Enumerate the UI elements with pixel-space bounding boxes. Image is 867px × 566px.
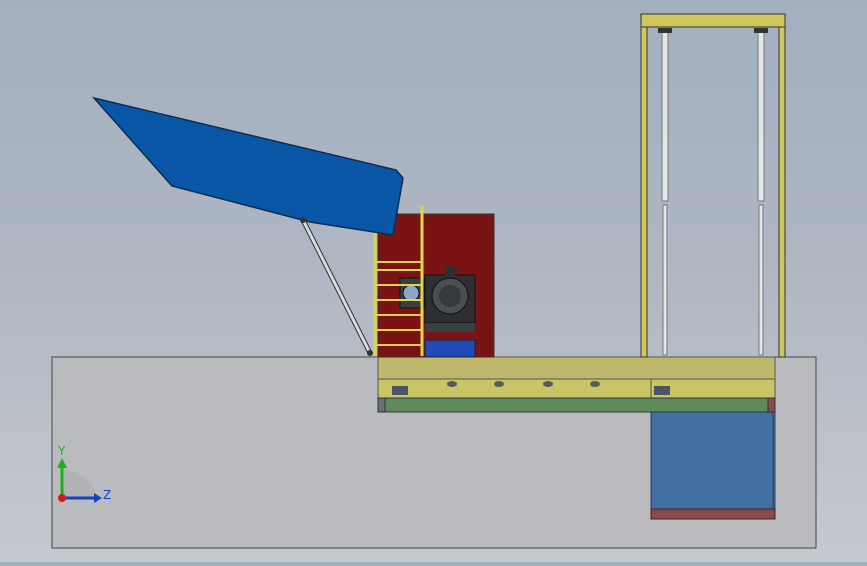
cad-model-view: Y Z bbox=[51, 13, 817, 549]
green-rail bbox=[377, 397, 776, 413]
hydraulic-strut bbox=[300, 217, 373, 356]
lift-cylinder-left bbox=[658, 28, 672, 356]
feed-hopper bbox=[91, 96, 404, 236]
gearbox bbox=[399, 277, 425, 309]
axis-z-label: Z bbox=[103, 488, 111, 502]
axis-y-label: Y bbox=[57, 444, 66, 458]
bolt-hole bbox=[590, 381, 600, 387]
bearing-block bbox=[392, 386, 408, 395]
cad-viewport[interactable]: Y Z bbox=[0, 0, 867, 562]
bearing-block bbox=[654, 386, 670, 395]
cabinet-base bbox=[424, 339, 476, 358]
base-frame bbox=[377, 356, 776, 399]
motor bbox=[424, 266, 476, 332]
lift-cylinder-right bbox=[754, 28, 768, 356]
bolt-hole bbox=[543, 381, 553, 387]
bolt-hole bbox=[494, 381, 504, 387]
pit-tank bbox=[650, 411, 776, 520]
bolt-hole bbox=[447, 381, 457, 387]
